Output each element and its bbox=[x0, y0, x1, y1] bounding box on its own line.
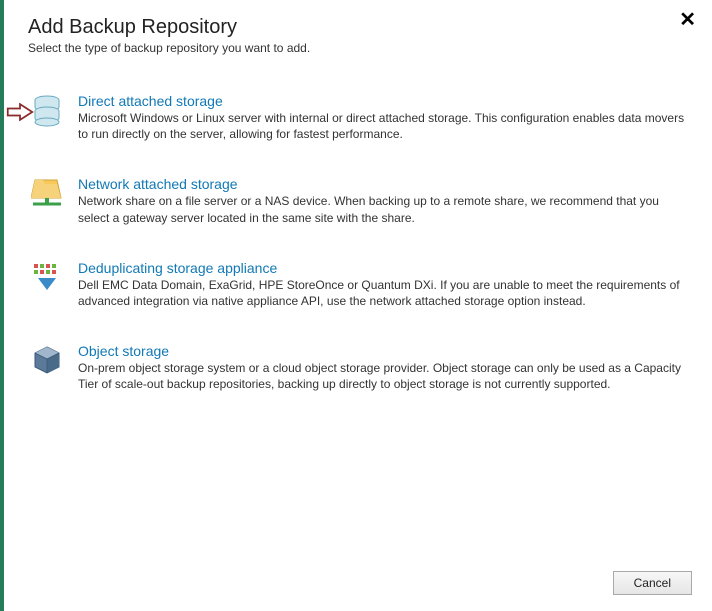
option-description: On-prem object storage system or a cloud… bbox=[78, 360, 688, 392]
options-list: Direct attached storage Microsoft Window… bbox=[4, 63, 712, 437]
option-description: Dell EMC Data Domain, ExaGrid, HPE Store… bbox=[78, 277, 688, 309]
dialog-subtitle: Select the type of backup repository you… bbox=[28, 41, 688, 55]
option-description: Network share on a file server or a NAS … bbox=[78, 193, 688, 225]
dialog-title: Add Backup Repository bbox=[28, 16, 688, 39]
dialog-footer: Cancel bbox=[613, 571, 692, 595]
option-title: Object storage bbox=[78, 343, 688, 359]
option-title: Direct attached storage bbox=[78, 93, 688, 109]
option-object-storage[interactable]: Object storage On-prem object storage sy… bbox=[28, 343, 688, 392]
option-title: Deduplicating storage appliance bbox=[78, 260, 688, 276]
option-description: Microsoft Windows or Linux server with i… bbox=[78, 110, 688, 142]
dialog-header: Add Backup Repository Select the type of… bbox=[4, 0, 712, 63]
pointer-arrow-icon bbox=[6, 103, 34, 121]
option-title: Network attached storage bbox=[78, 176, 688, 192]
option-direct-attached-storage[interactable]: Direct attached storage Microsoft Window… bbox=[28, 93, 688, 142]
option-deduplicating-appliance[interactable]: Deduplicating storage appliance Dell EMC… bbox=[28, 260, 688, 309]
close-icon[interactable]: ✕ bbox=[679, 10, 696, 30]
option-network-attached-storage[interactable]: Network attached storage Network share o… bbox=[28, 176, 688, 225]
dedup-icon bbox=[28, 262, 66, 292]
object-storage-icon bbox=[28, 345, 66, 375]
nas-icon bbox=[28, 178, 66, 208]
cancel-button[interactable]: Cancel bbox=[613, 571, 692, 595]
